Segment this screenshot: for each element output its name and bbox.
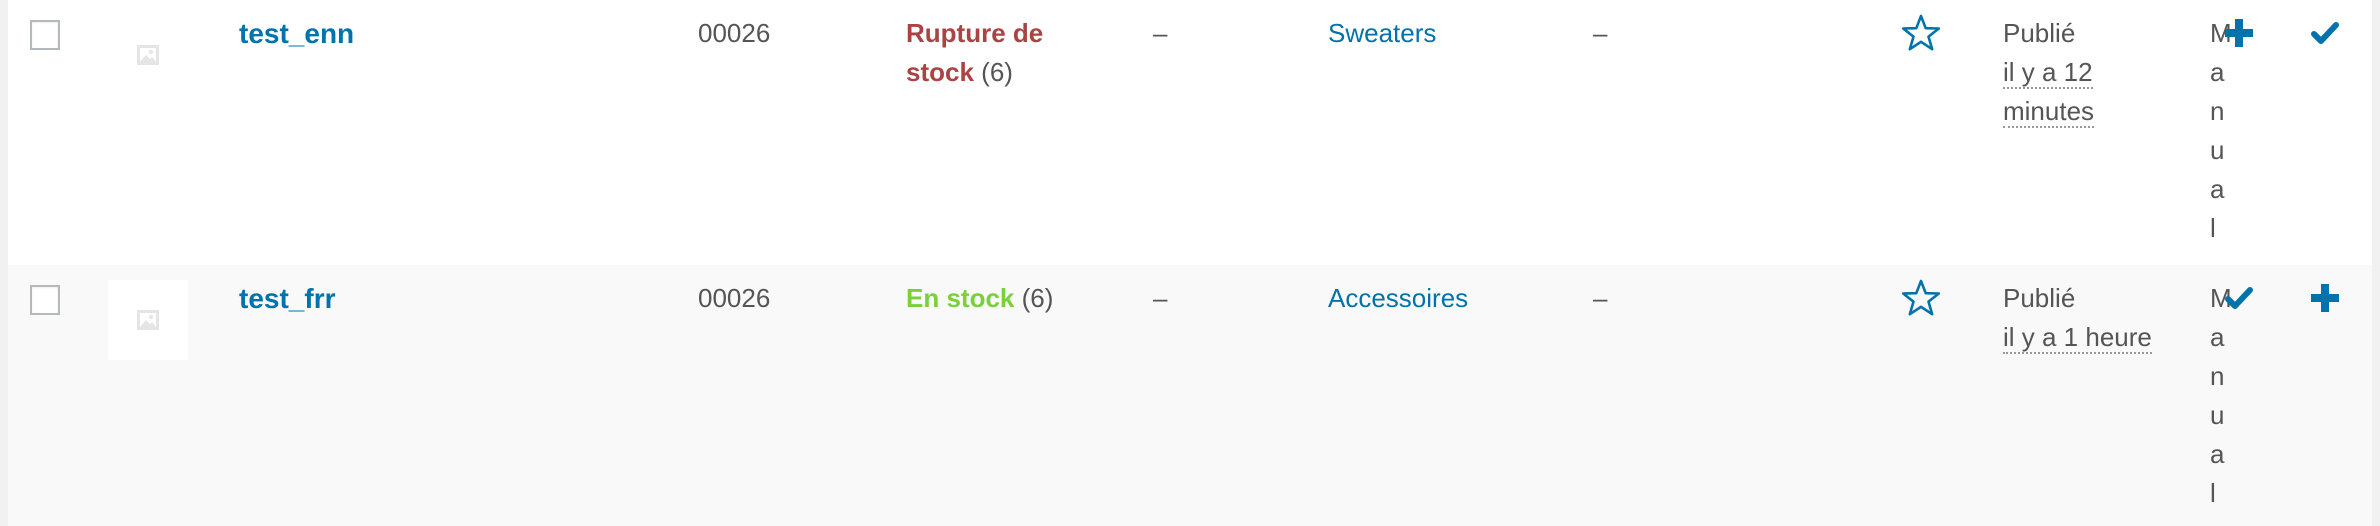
publish-date: Publié il y a 1 heure <box>2003 279 2153 357</box>
product-tags: – <box>1593 283 1608 313</box>
publish-status: Publié <box>2003 283 2076 313</box>
publish-time-ago: il y a 12 minutes <box>2003 57 2095 128</box>
products-table: test_enn 00026 Rupture de stock (6) – Sw… <box>8 0 2372 526</box>
image-placeholder-icon <box>137 45 159 65</box>
checkmark-icon[interactable] <box>2222 281 2256 315</box>
type-letter: l <box>2210 478 2216 508</box>
product-price: – <box>1153 283 1168 313</box>
stock-status-label: Rupture de stock <box>906 18 1044 87</box>
type-letter: u <box>2210 135 2225 165</box>
row-select-checkbox[interactable] <box>30 285 60 315</box>
type-letter: n <box>2210 96 2225 126</box>
product-tags: – <box>1593 18 1608 48</box>
product-thumbnail[interactable] <box>108 280 188 360</box>
product-name-link[interactable]: test_enn <box>239 14 354 53</box>
product-thumbnail[interactable] <box>108 15 188 95</box>
product-sku: 00026 <box>698 18 771 48</box>
stock-quantity: (6) <box>1021 283 1054 313</box>
add-plus-icon[interactable] <box>2222 16 2256 50</box>
type-letter: l <box>2210 213 2216 243</box>
type-letter: a <box>2210 174 2225 204</box>
type-letter: u <box>2210 400 2225 430</box>
table-row: test_enn 00026 Rupture de stock (6) – Sw… <box>8 0 2372 265</box>
checkmark-icon[interactable] <box>2308 16 2342 50</box>
product-category-link[interactable]: Accessoires <box>1328 279 1468 318</box>
type-letter: a <box>2210 57 2225 87</box>
product-category-link[interactable]: Sweaters <box>1328 14 1436 53</box>
product-sku: 00026 <box>698 283 771 313</box>
stock-status: Rupture de stock (6) <box>906 14 1076 92</box>
featured-star-icon[interactable] <box>1901 13 1941 53</box>
publish-status: Publié <box>2003 18 2076 48</box>
type-letter: a <box>2210 439 2225 469</box>
row-select-checkbox[interactable] <box>30 20 60 50</box>
stock-status-label: En stock <box>906 283 1015 313</box>
image-placeholder-icon <box>137 310 159 330</box>
featured-star-icon[interactable] <box>1901 278 1941 318</box>
table-row: test_frr 00026 En stock (6) – Accessoire… <box>8 265 2372 526</box>
publish-date: Publié il y a 12 minutes <box>2003 14 2153 131</box>
product-price: – <box>1153 18 1168 48</box>
product-name-link[interactable]: test_frr <box>239 279 335 318</box>
stock-quantity: (6) <box>981 57 1013 87</box>
type-letter: n <box>2210 361 2225 391</box>
add-plus-icon[interactable] <box>2308 281 2342 315</box>
type-letter: a <box>2210 322 2225 352</box>
stock-status: En stock (6) <box>906 279 1076 318</box>
publish-time-ago: il y a 1 heure <box>2003 322 2152 354</box>
